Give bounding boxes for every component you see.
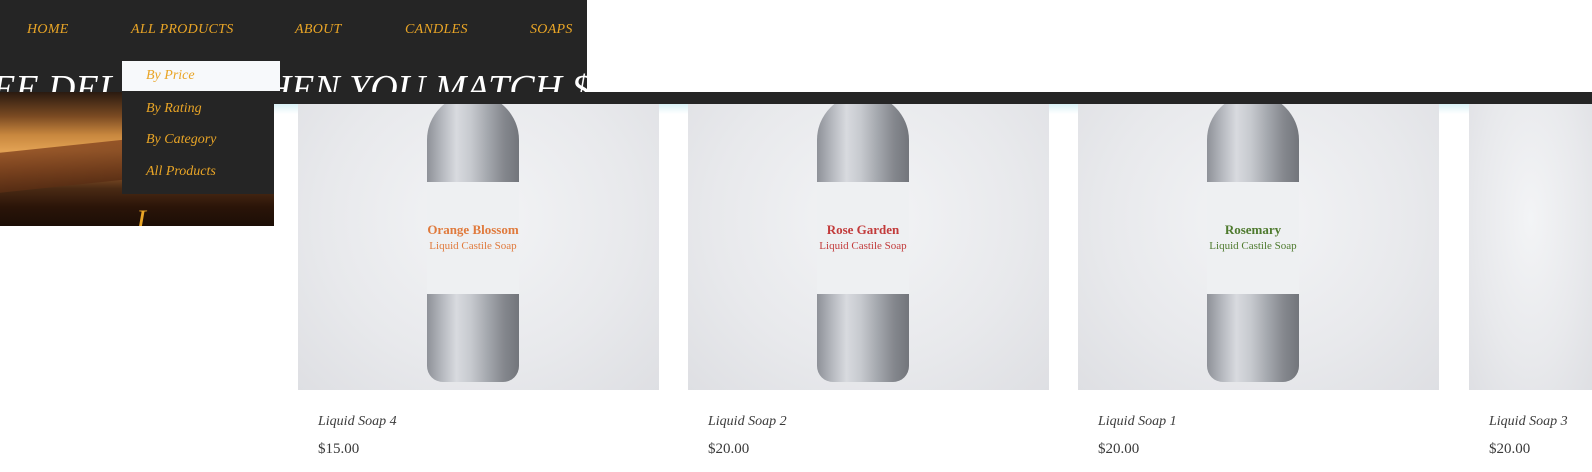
soap-bottle: Orange Blossom Liquid Castile Soap (427, 104, 519, 382)
nav-all-products[interactable]: ALL PRODUCTS (131, 22, 234, 38)
bottle-label: Rosemary Liquid Castile Soap (1207, 182, 1299, 294)
promo-banner-text: EE DELIVERY WHEN YOU MATCH $50 (0, 68, 587, 92)
bottle-label-title: Rose Garden (826, 222, 900, 237)
nav-about[interactable]: ABOUT (295, 22, 342, 38)
product-price: $20.00 (1098, 441, 1140, 457)
nav-soaps[interactable]: SOAPS (530, 22, 573, 38)
soap-bottle: Rosemary Liquid Castile Soap (1207, 104, 1299, 382)
soap-bottle: Rose Garden Liquid Castile Soap (817, 104, 909, 382)
product-card[interactable]: Orange Blossom Liquid Castile Soap Liqui… (298, 104, 659, 457)
header-bar (272, 92, 1592, 104)
product-image[interactable] (1469, 104, 1592, 390)
bottle-label-title: Orange Blossom (427, 222, 519, 237)
dropdown-item-by-price[interactable]: By Price (122, 61, 280, 91)
nav-home[interactable]: HOME (27, 22, 69, 38)
bottle-label-subtitle: Liquid Castile Soap (819, 240, 907, 252)
product-card[interactable]: Rose Garden Liquid Castile Soap Liquid S… (688, 104, 1049, 457)
product-name[interactable]: Liquid Soap 3 (1489, 414, 1568, 430)
product-card[interactable]: Rosemary Liquid Castile Soap Liquid Soap… (1078, 104, 1439, 457)
product-image[interactable]: Rosemary Liquid Castile Soap (1078, 104, 1439, 390)
product-image[interactable]: Rose Garden Liquid Castile Soap (688, 104, 1049, 390)
dropdown-item-all-products[interactable]: All Products (146, 164, 216, 180)
product-card[interactable]: Liquid Soap 3 $20.00 (1469, 104, 1592, 457)
product-image[interactable]: Orange Blossom Liquid Castile Soap (298, 104, 659, 390)
bottle-label: Orange Blossom Liquid Castile Soap (427, 182, 519, 294)
product-name[interactable]: Liquid Soap 1 (1098, 414, 1177, 430)
promo-banner: EE DELIVERY WHEN YOU MATCH $50 (0, 62, 587, 92)
bottle-label: Rose Garden Liquid Castile Soap (817, 182, 909, 294)
bottle-label-subtitle: Liquid Castile Soap (429, 240, 517, 252)
dropdown-item-by-category[interactable]: By Category (146, 132, 216, 148)
product-price: $20.00 (1489, 441, 1531, 457)
nav-candles[interactable]: CANDLES (405, 22, 468, 38)
dropdown-item-by-rating[interactable]: By Rating (146, 101, 202, 117)
bottle-label-subtitle: Liquid Castile Soap (1209, 240, 1297, 252)
top-navigation: HOME ALL PRODUCTS ABOUT CANDLES SOAPS (0, 0, 587, 62)
product-price: $15.00 (318, 441, 360, 457)
product-name[interactable]: Liquid Soap 4 (318, 414, 397, 430)
all-products-dropdown: By Price By Rating By Category All Produ… (122, 61, 280, 194)
bottle-label-title: Rosemary (1224, 222, 1282, 237)
product-name[interactable]: Liquid Soap 2 (708, 414, 787, 430)
hero-glyph: I (136, 204, 146, 226)
product-price: $20.00 (708, 441, 750, 457)
